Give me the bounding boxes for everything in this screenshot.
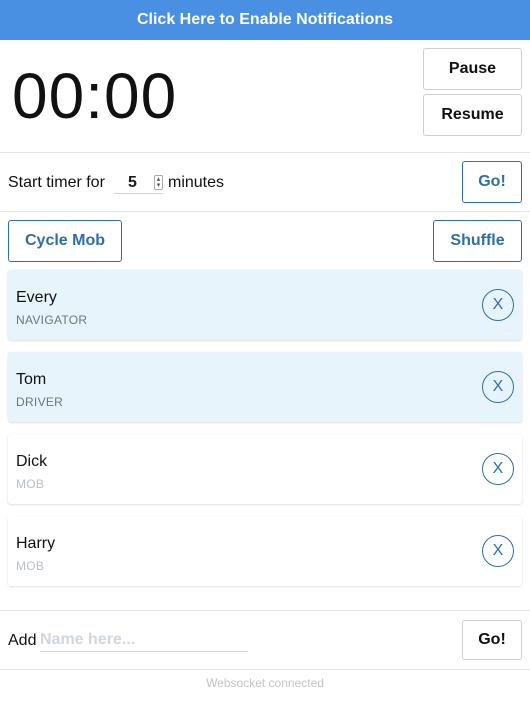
pause-button-label: Pause bbox=[448, 60, 497, 77]
divider bbox=[0, 669, 530, 670]
start-timer-go-button[interactable]: Go! bbox=[462, 161, 522, 203]
divider bbox=[0, 152, 530, 153]
pause-button[interactable]: Pause bbox=[423, 48, 522, 90]
add-member-input[interactable]: Name here... bbox=[40, 628, 248, 652]
remove-member-button[interactable]: X bbox=[482, 289, 514, 321]
member-name: Harry bbox=[16, 535, 56, 552]
divider bbox=[0, 211, 530, 212]
cycle-mob-button[interactable]: Cycle Mob bbox=[8, 220, 122, 262]
member-role: DRIVER bbox=[16, 395, 64, 409]
member-name: Dick bbox=[16, 453, 48, 470]
member-role: MOB bbox=[16, 559, 45, 573]
add-member-label: Add bbox=[8, 632, 37, 649]
resume-button-label: Resume bbox=[441, 106, 504, 123]
mob-member-card: Dick MOB X bbox=[8, 434, 522, 504]
remove-member-button[interactable]: X bbox=[482, 371, 514, 403]
resume-button[interactable]: Resume bbox=[423, 94, 522, 136]
mob-member-card: Tom DRIVER X bbox=[8, 352, 522, 422]
timer-display: 00:00 bbox=[12, 60, 178, 132]
shuffle-button[interactable]: Shuffle bbox=[433, 220, 522, 262]
member-name: Tom bbox=[16, 371, 47, 388]
mob-member-card: Harry MOB X bbox=[8, 516, 522, 586]
minutes-input[interactable]: 5 ▴ ▾ bbox=[114, 172, 164, 194]
start-timer-prefix: Start timer for bbox=[8, 174, 105, 191]
minutes-value: 5 bbox=[128, 173, 137, 191]
member-role: MOB bbox=[16, 477, 45, 491]
remove-member-button[interactable]: X bbox=[482, 453, 514, 485]
start-timer-go-label: Go! bbox=[478, 173, 506, 190]
remove-member-button[interactable]: X bbox=[482, 535, 514, 567]
mob-member-card: Every NAVIGATOR X bbox=[8, 270, 522, 340]
member-role: NAVIGATOR bbox=[16, 313, 88, 327]
add-member-go-button[interactable]: Go! bbox=[462, 620, 522, 660]
enable-notifications-label: Click Here to Enable Notifications bbox=[136, 11, 394, 28]
cycle-mob-label: Cycle Mob bbox=[24, 232, 105, 249]
enable-notifications-banner[interactable]: Click Here to Enable Notifications bbox=[0, 0, 530, 40]
connection-status: Websocket connected bbox=[206, 676, 324, 690]
shuffle-label: Shuffle bbox=[450, 232, 505, 249]
add-member-go-label: Go! bbox=[478, 631, 506, 648]
divider bbox=[0, 610, 530, 611]
member-name: Every bbox=[16, 289, 57, 306]
spinner-icon[interactable]: ▴ ▾ bbox=[154, 175, 163, 190]
start-timer-suffix: minutes bbox=[168, 174, 225, 191]
